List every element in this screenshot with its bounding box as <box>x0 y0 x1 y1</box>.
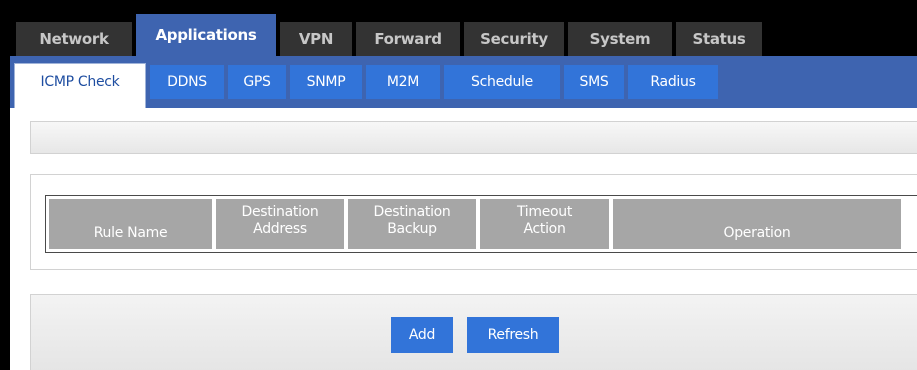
column-header-destination-address: Destination Address <box>216 199 344 249</box>
column-header-label: Destination <box>373 204 451 220</box>
subtab-gps[interactable]: GPS <box>228 65 286 99</box>
column-header-label: Operation <box>723 225 791 241</box>
column-header-label: Timeout <box>516 204 573 220</box>
info-bar <box>30 121 917 154</box>
subtab-m2m[interactable]: M2M <box>366 65 440 99</box>
page: Network Applications VPN Forward Securit… <box>0 0 917 370</box>
window-frame-left <box>0 0 10 370</box>
tab-network[interactable]: Network <box>16 22 132 56</box>
rules-table: Rule Name Destination Address Destinatio… <box>45 195 917 253</box>
subtab-ddns[interactable]: DDNS <box>150 65 224 99</box>
subtab-snmp[interactable]: SNMP <box>290 65 362 99</box>
tab-forward[interactable]: Forward <box>356 22 460 56</box>
tab-status[interactable]: Status <box>676 22 762 56</box>
column-header-label: Rule Name <box>93 225 168 241</box>
tab-applications[interactable]: Applications <box>136 14 276 56</box>
column-header-rule-name: Rule Name <box>49 199 212 249</box>
column-header-label: Destination <box>241 204 319 220</box>
content-area: Rule Name Destination Address Destinatio… <box>10 108 917 370</box>
column-header-operation: Operation <box>613 199 901 249</box>
column-header-label: Backup <box>387 221 437 237</box>
sub-nav: ICMP Check DDNS GPS SNMP M2M Schedule SM… <box>10 56 917 108</box>
tab-system[interactable]: System <box>568 22 672 56</box>
subtab-radius[interactable]: Radius <box>628 65 718 99</box>
window-frame-top <box>0 0 917 14</box>
column-header-label: Address <box>253 221 307 237</box>
tab-vpn[interactable]: VPN <box>280 22 352 56</box>
subtab-schedule[interactable]: Schedule <box>444 65 560 99</box>
refresh-button[interactable]: Refresh <box>467 317 559 353</box>
column-header-timeout-action: Timeout Action <box>480 199 609 249</box>
top-nav: Network Applications VPN Forward Securit… <box>10 14 917 56</box>
rules-table-container: Rule Name Destination Address Destinatio… <box>30 174 917 270</box>
column-header-destination-backup: Destination Backup <box>348 199 476 249</box>
subtab-icmp-check[interactable]: ICMP Check <box>14 63 146 108</box>
tab-security[interactable]: Security <box>464 22 564 56</box>
add-button[interactable]: Add <box>391 317 453 353</box>
action-bar: Add Refresh <box>30 294 917 370</box>
subtab-sms[interactable]: SMS <box>564 65 624 99</box>
column-header-label: Action <box>523 221 566 237</box>
